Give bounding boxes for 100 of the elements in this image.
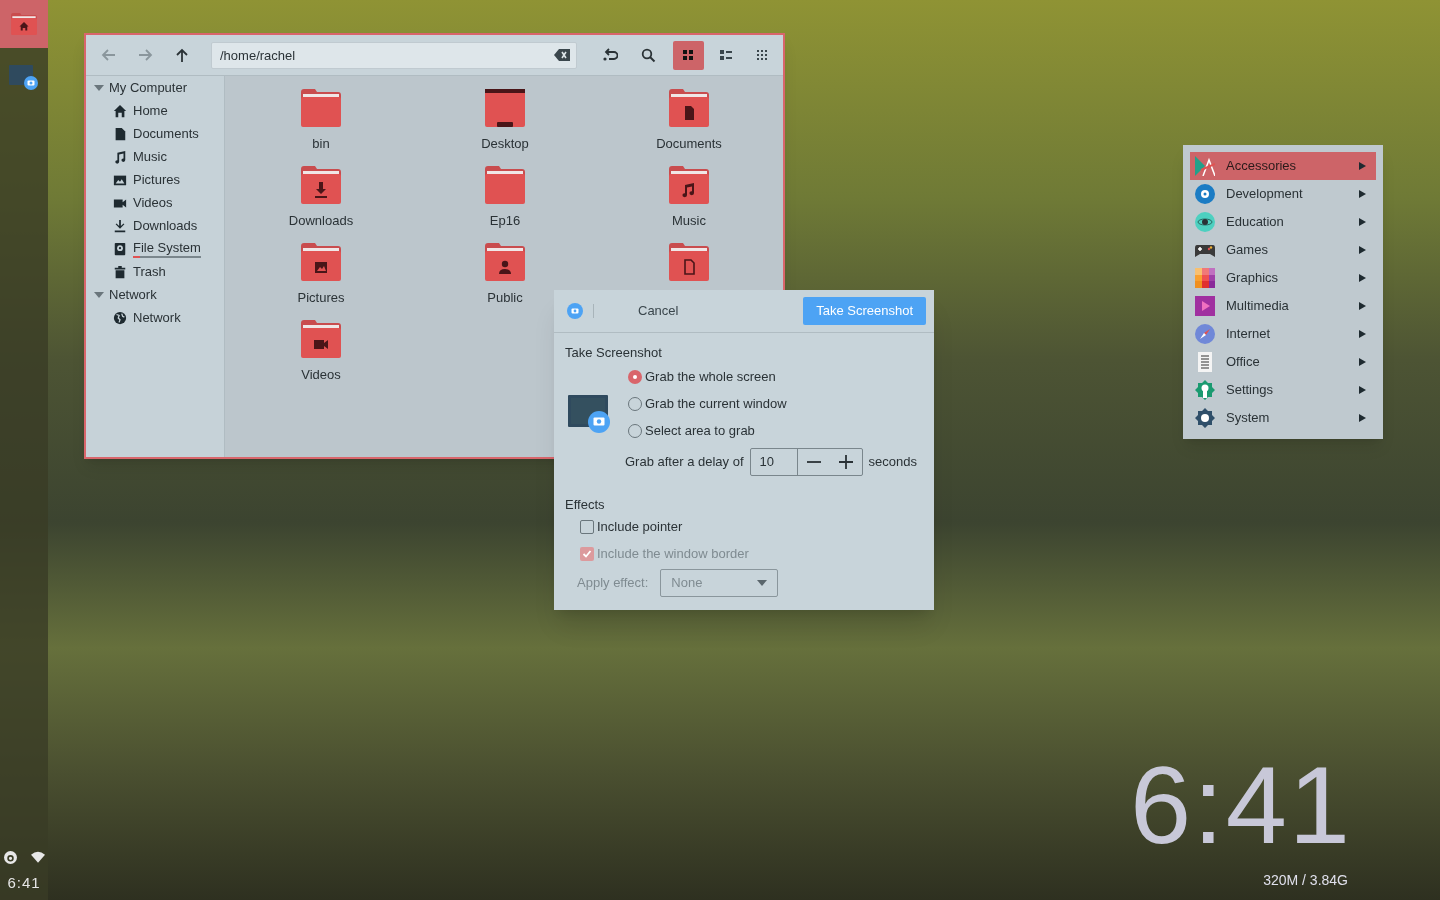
jump-arrow-icon <box>602 47 618 63</box>
apply-effect-label: Apply effect: <box>577 574 649 593</box>
sidebar-section-header[interactable]: My Computer <box>86 76 224 99</box>
education-category-icon <box>1195 212 1215 232</box>
up-arrow-icon <box>175 47 190 63</box>
radio-button[interactable] <box>628 396 642 411</box>
search-icon <box>640 47 656 63</box>
sidebar-item[interactable]: Videos <box>133 192 173 213</box>
radio-button[interactable] <box>628 423 642 438</box>
submenu-arrow-icon <box>1359 162 1366 170</box>
memory-usage: 320M / 3.84G <box>1263 871 1348 890</box>
radio-option[interactable]: Select area to grab <box>628 417 917 444</box>
menu-item[interactable]: Settings <box>1190 376 1376 404</box>
clear-icon[interactable] <box>554 48 570 61</box>
menu-item[interactable]: Office <box>1190 348 1376 376</box>
drive-icon <box>113 241 127 256</box>
menu-item[interactable]: System <box>1190 404 1376 432</box>
icons-view-button[interactable] <box>673 40 704 70</box>
sidebar-item[interactable]: File System <box>133 239 201 256</box>
globe-icon <box>113 310 127 325</box>
accessories-category-icon <box>1195 156 1215 176</box>
check-icon <box>582 548 592 559</box>
radio-button[interactable] <box>628 369 642 384</box>
folder-name[interactable]: Music <box>672 211 706 231</box>
folder-icon[interactable] <box>301 166 341 204</box>
folder-icon[interactable] <box>485 243 525 281</box>
path-field[interactable]: /home/rachel <box>211 41 577 69</box>
compact-view-icon <box>756 50 769 60</box>
submenu-arrow-icon <box>1359 218 1366 226</box>
sidebar-item[interactable]: Documents <box>133 123 199 144</box>
menu-item[interactable]: Internet <box>1190 320 1376 348</box>
wifi-icon[interactable] <box>30 851 45 863</box>
submenu-arrow-icon <box>1359 274 1366 282</box>
sidebar-item[interactable]: Home <box>133 100 168 121</box>
development-category-icon <box>1195 184 1215 204</box>
sidebar-item[interactable]: Pictures <box>133 169 180 190</box>
section-title: Take Screenshot <box>565 344 663 361</box>
sidebar-item[interactable]: Music <box>133 146 167 167</box>
submenu-arrow-icon <box>1359 330 1366 338</box>
lock-icon[interactable] <box>3 850 17 864</box>
menu-item[interactable]: Graphics <box>1190 264 1376 292</box>
folder-icon[interactable] <box>301 320 341 358</box>
radio-option[interactable]: Grab the current window <box>628 390 917 417</box>
plus-icon <box>838 454 853 469</box>
submenu-arrow-icon <box>1359 302 1366 310</box>
desktop-clock: 6:41 <box>1129 742 1352 868</box>
menu-item[interactable]: Accessories <box>1190 152 1376 180</box>
internet-category-icon <box>1195 324 1215 344</box>
sidebar-section-header[interactable]: Network <box>86 283 224 306</box>
menu-item[interactable]: Multimedia <box>1190 292 1376 320</box>
submenu-arrow-icon <box>1359 358 1366 366</box>
folder-name[interactable]: Downloads <box>288 211 354 231</box>
checkbox[interactable] <box>580 519 594 534</box>
folder-icon[interactable] <box>669 243 709 281</box>
screenshot-app-icon <box>9 65 39 91</box>
camera-icon <box>567 303 583 319</box>
submenu-arrow-icon <box>1359 246 1366 254</box>
folder-name[interactable]: Documents <box>656 134 722 154</box>
folder-name[interactable]: Ep16 <box>489 211 521 231</box>
folder-icon[interactable] <box>669 166 709 204</box>
icons-view-icon <box>682 50 695 60</box>
radio-option[interactable]: Grab the whole screen <box>628 363 917 390</box>
delay-spinner[interactable]: 10 <box>749 447 863 476</box>
delay-label: Grab after a delay of <box>625 452 744 471</box>
menu-item[interactable]: Education <box>1190 208 1376 236</box>
home-icon <box>113 103 127 118</box>
music-icon <box>113 149 127 164</box>
sidebar-item[interactable]: Network <box>133 307 181 328</box>
submenu-arrow-icon <box>1359 190 1366 198</box>
panel-clock: 6:41 <box>7 872 41 893</box>
folder-name[interactable]: Videos <box>301 365 341 385</box>
document-icon <box>113 126 127 141</box>
expander-icon <box>94 82 104 93</box>
folder-name[interactable]: Pictures <box>297 288 345 308</box>
delay-value[interactable]: 10 <box>750 448 798 475</box>
sidebar-item[interactable]: Downloads <box>133 215 198 236</box>
folder-icon[interactable] <box>301 243 341 281</box>
submenu-arrow-icon <box>1359 386 1366 394</box>
settings-category-icon <box>1195 380 1215 400</box>
download-icon <box>113 218 127 233</box>
folder-name[interactable]: Public <box>487 288 523 308</box>
home-folder-icon <box>11 13 37 35</box>
trash-icon <box>113 264 127 279</box>
folder-name[interactable]: bin <box>312 134 330 154</box>
checkbox-option[interactable]: Include pointer <box>565 513 923 540</box>
back-arrow-icon <box>101 47 116 63</box>
folder-name[interactable]: Desktop <box>481 134 529 154</box>
minus-icon <box>806 460 821 463</box>
sidebar-item[interactable]: Trash <box>133 261 166 282</box>
cancel-button[interactable]: Cancel <box>628 297 689 325</box>
menu-item[interactable]: Development <box>1190 180 1376 208</box>
folder-icon[interactable] <box>669 89 709 127</box>
menu-item[interactable]: Games <box>1190 236 1376 264</box>
delay-unit: seconds <box>868 452 917 471</box>
multimedia-category-icon <box>1195 296 1215 316</box>
submenu-arrow-icon <box>1359 414 1366 422</box>
graphics-category-icon <box>1195 268 1215 288</box>
list-view-icon <box>719 50 732 60</box>
office-category-icon <box>1195 352 1215 372</box>
section-title: Effects <box>565 496 606 513</box>
